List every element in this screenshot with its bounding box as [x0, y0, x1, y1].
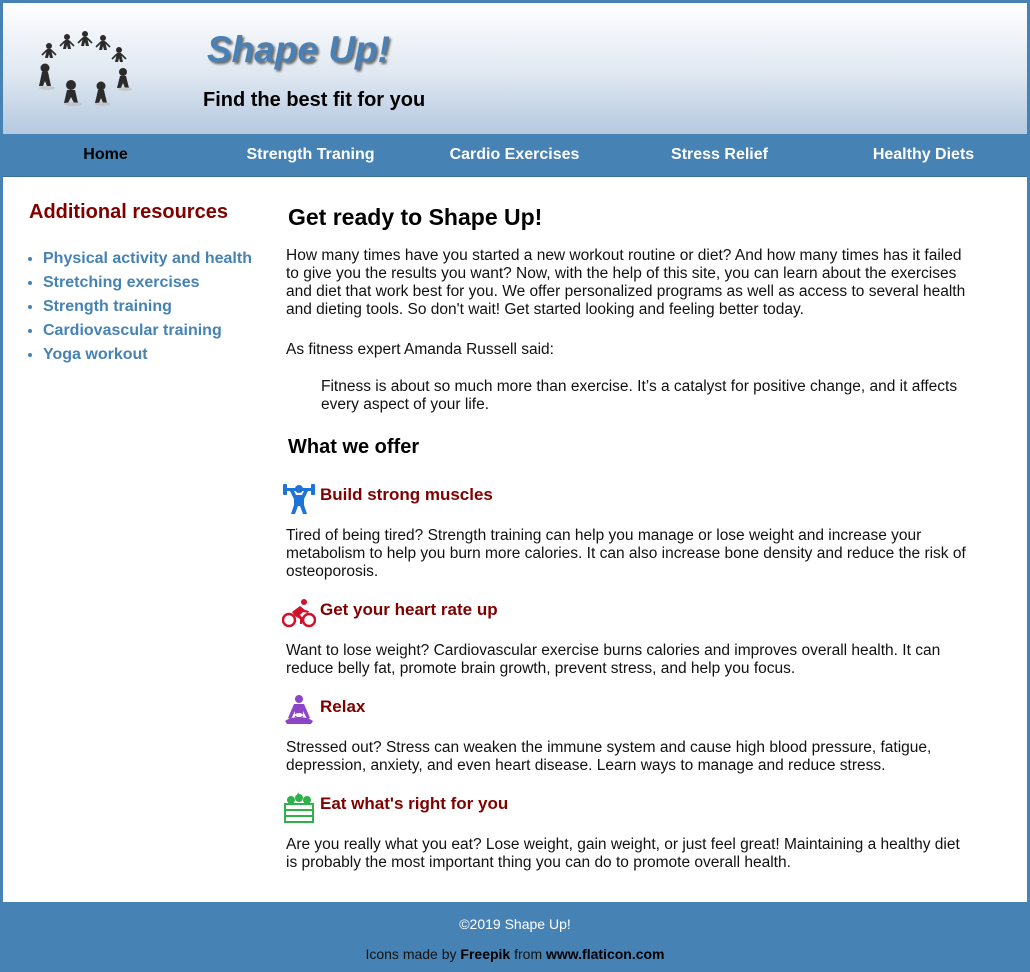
- offer-text-cardio: Want to lose weight? Cardiovascular exer…: [286, 642, 941, 677]
- cyclist-icon: [282, 599, 316, 628]
- sidebar-list-item: Cardiovascular training: [43, 319, 252, 343]
- sidebar-list-item: Physical activity and health: [43, 247, 252, 271]
- vegetable-crate-icon: [284, 792, 314, 823]
- sidebar-resources-list: Physical activity and health Stretching …: [25, 247, 252, 367]
- sidebar-title: Additional resources: [29, 201, 228, 223]
- page: Shape Up! Find the best fit for you Home…: [3, 3, 1027, 972]
- link-physical-activity[interactable]: Physical activity and health: [43, 250, 252, 267]
- credits-prefix: Icons made by: [365, 946, 457, 962]
- offer-text-relax: Stressed out? Stress can weaken the immu…: [286, 739, 932, 774]
- link-strength-training[interactable]: Strength training: [43, 298, 172, 315]
- sidebar-list-item: Strength training: [43, 295, 252, 319]
- nav-strength-training[interactable]: Strength Traning: [208, 134, 413, 176]
- people-circle-logo-icon: [39, 31, 132, 106]
- intro-paragraph: How many times have you started a new wo…: [286, 247, 966, 318]
- site-header: Shape Up! Find the best fit for you: [3, 3, 1027, 134]
- nav-home[interactable]: Home: [3, 134, 208, 176]
- nav-cardio-exercises[interactable]: Cardio Exercises: [412, 134, 617, 176]
- icon-credits: Icons made by Freepik from www.flaticon.…: [3, 946, 1027, 962]
- sidebar-list-item: Yoga workout: [43, 343, 252, 367]
- offer-text-diet: Are you really what you eat? Lose weight…: [286, 836, 960, 871]
- site-footer: ©2019 Shape Up! Icons made by Freepik fr…: [3, 902, 1027, 972]
- link-cardiovascular-training[interactable]: Cardiovascular training: [43, 322, 222, 339]
- weightlifter-icon: [283, 484, 315, 514]
- page-title: Get ready to Shape Up!: [288, 204, 543, 230]
- site-title: Shape Up!: [207, 29, 390, 70]
- credits-author-link[interactable]: Freepik: [460, 946, 510, 962]
- site-tagline: Find the best fit for you: [203, 89, 426, 111]
- credits-site-link[interactable]: www.flaticon.com: [546, 946, 665, 962]
- meditation-icon: [285, 695, 313, 724]
- link-yoga-workout[interactable]: Yoga workout: [43, 346, 148, 363]
- nav-stress-relief[interactable]: Stress Relief: [617, 134, 822, 176]
- main-nav: Home Strength Traning Cardio Exercises S…: [3, 134, 1027, 177]
- offer-section-title: What we offer: [288, 436, 420, 458]
- offer-heading-relax: Relax: [320, 697, 366, 716]
- sidebar-list-item: Stretching exercises: [43, 271, 252, 295]
- fitness-quote: Fitness is about so much more than exerc…: [321, 378, 958, 413]
- offer-heading-cardio: Get your heart rate up: [320, 600, 498, 619]
- offer-heading-muscles: Build strong muscles: [320, 485, 493, 504]
- quote-intro: As fitness expert Amanda Russell said:: [286, 341, 554, 358]
- offer-text-muscles: Tired of being tired? Strength training …: [286, 527, 966, 580]
- nav-healthy-diets[interactable]: Healthy Diets: [821, 134, 1026, 176]
- credits-mid: from: [514, 946, 543, 962]
- copyright-text: ©2019 Shape Up!: [459, 916, 571, 932]
- offer-heading-diet: Eat what's right for you: [320, 794, 509, 813]
- link-stretching-exercises[interactable]: Stretching exercises: [43, 274, 200, 291]
